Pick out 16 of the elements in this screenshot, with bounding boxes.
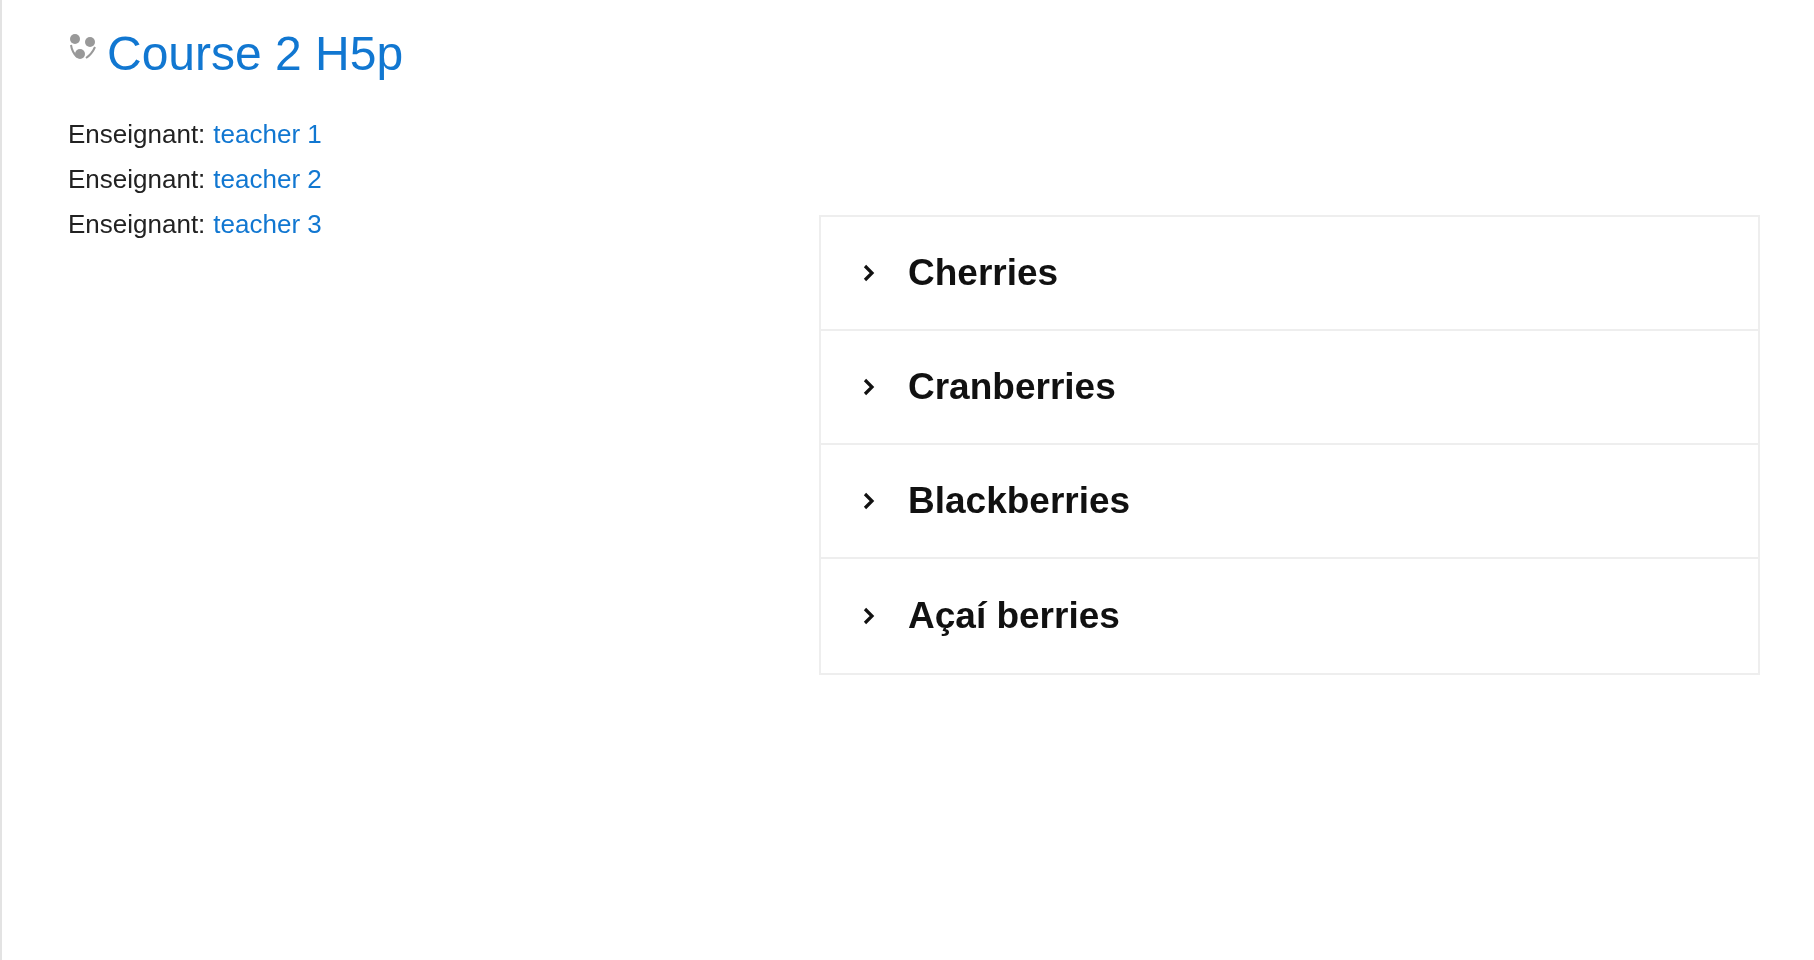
chevron-icon	[862, 607, 876, 625]
chevron-icon	[862, 264, 876, 282]
teacher-link[interactable]: teacher 1	[213, 119, 322, 149]
chevron-icon	[862, 492, 876, 510]
teacher-link[interactable]: teacher 2	[213, 164, 322, 194]
teacher-role-label: Enseignant:	[68, 164, 206, 194]
course-title-link[interactable]: Course 2 H5p	[107, 22, 404, 86]
teacher-role-label: Enseignant:	[68, 209, 206, 239]
accordion-header[interactable]: Cherries	[821, 217, 1758, 331]
teacher-link[interactable]: teacher 3	[213, 209, 322, 239]
teacher-role-label: Enseignant:	[68, 119, 206, 149]
accordion-header[interactable]: Blackberries	[821, 445, 1758, 559]
accordion-header[interactable]: Cranberries	[821, 331, 1758, 445]
accordion-header[interactable]: Açaí berries	[821, 559, 1758, 673]
dots-icon	[68, 32, 98, 62]
chevron-icon	[862, 378, 876, 396]
